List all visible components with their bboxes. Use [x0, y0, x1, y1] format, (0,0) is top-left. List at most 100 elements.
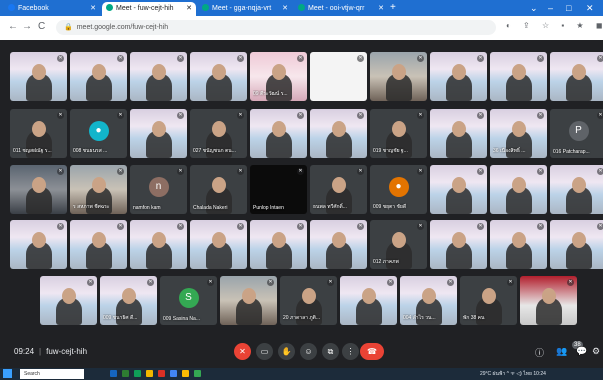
participant-tile[interactable]: ✕: [550, 220, 603, 269]
participant-tile[interactable]: ✕: [130, 109, 187, 158]
participant-tile[interactable]: ✕ ธนพล ทวีศักดิ์...: [310, 165, 367, 214]
participant-tile[interactable]: ✕: [10, 165, 67, 214]
participant-tile[interactable]: ✕: [40, 276, 97, 325]
participant-tile[interactable]: ✕ Punlop Intaen: [250, 165, 307, 214]
tab-meet-2[interactable]: Meet - gga-nqja-vrt ✕: [198, 2, 292, 16]
participant-head: [151, 232, 166, 248]
participant-tile[interactable]: P ✕ 016 Patcharap...: [550, 109, 603, 158]
windows-start-icon[interactable]: [3, 369, 12, 378]
close-window-button[interactable]: ✕: [586, 2, 594, 14]
participant-tile[interactable]: ✕: [250, 109, 307, 158]
participant-tile[interactable]: ✕: [490, 52, 547, 101]
taskbar-app-icon[interactable]: [182, 370, 189, 377]
back-icon[interactable]: ←: [8, 21, 18, 32]
end-call-button[interactable]: ☎: [360, 343, 384, 360]
participant-tile[interactable]: ✕: [130, 52, 187, 101]
participant-tile[interactable]: ✕ Chalada Nakeri: [190, 165, 247, 214]
reload-icon[interactable]: C: [38, 21, 45, 32]
participant-tile[interactable]: ✕: [490, 165, 547, 214]
taskbar-app-icon[interactable]: [122, 370, 129, 377]
tab-meet-3[interactable]: Meet - ooi-vtjw-qrr ✕: [294, 2, 388, 16]
participant-name: 009 Sasina Na...: [163, 316, 200, 322]
more-options-button[interactable]: ⋮: [342, 343, 359, 360]
participant-tile[interactable]: ✕ 36 เนื่องสิทธิ์ ...: [490, 109, 547, 158]
raise-hand-button[interactable]: ✋: [278, 343, 295, 360]
participant-tile[interactable]: ✕: [220, 276, 277, 325]
participant-tile[interactable]: ✕ ร สหภาพ ชีศฉระ: [70, 165, 127, 214]
participant-tile[interactable]: ✕ 027 ชนัญชนก ตน...: [190, 109, 247, 158]
participant-tile[interactable]: ✕: [430, 165, 487, 214]
participant-tile[interactable]: ✕: [10, 52, 67, 101]
participant-tile[interactable]: ✕: [190, 52, 247, 101]
participant-avatar: ●: [88, 121, 109, 141]
participant-tile[interactable]: ✕: [70, 52, 127, 101]
taskbar-app-icon[interactable]: [194, 370, 201, 377]
taskbar-app-icon[interactable]: [158, 370, 165, 377]
participant-head: [331, 121, 346, 137]
mic-off-button[interactable]: ✕: [234, 343, 251, 360]
close-tab-icon[interactable]: ✕: [186, 2, 192, 16]
participant-tile[interactable]: S ✕ 009 Sasina Na...: [160, 276, 217, 325]
tab-meet-active[interactable]: Meet - fuw-cejt-hih ✕: [102, 2, 196, 16]
taskbar-app-icon[interactable]: [170, 370, 177, 377]
camera-button[interactable]: ▭: [256, 343, 273, 360]
participant-tile[interactable]: ✕ 09 ตีระวัฒน์ ร...: [250, 52, 307, 101]
close-tab-icon[interactable]: ✕: [282, 2, 288, 16]
lock-icon: 🔒: [64, 24, 73, 31]
chat-icon[interactable]: 💬: [576, 346, 587, 357]
participant-tile[interactable]: ✕: [430, 109, 487, 158]
participant-tile[interactable]: ✕: [520, 276, 577, 325]
minimize-button[interactable]: –: [548, 2, 553, 14]
participant-tile[interactable]: ✕: [310, 220, 367, 269]
participant-tile[interactable]: ✕: [550, 165, 603, 214]
system-tray[interactable]: 29°C ฝนฟ้า ^ ᯤ ◁) ไทย 10:24: [480, 370, 546, 378]
muted-mic-icon: ✕: [117, 168, 124, 175]
close-tab-icon[interactable]: ✕: [90, 2, 96, 16]
muted-mic-icon: ✕: [117, 55, 124, 62]
participant-tile[interactable]: ✕: [70, 220, 127, 269]
participant-tile[interactable]: ✕: [130, 220, 187, 269]
participant-tile[interactable]: ✕: [490, 220, 547, 269]
tab-facebook[interactable]: Facebook ✕: [4, 2, 100, 16]
muted-mic-icon: ✕: [477, 112, 484, 119]
participant-tile[interactable]: ✕ 012 ภาคภพ: [370, 220, 427, 269]
taskbar-app-icon[interactable]: [146, 370, 153, 377]
participant-tile[interactable]: ✕: [310, 52, 367, 101]
participant-tile[interactable]: ✕: [370, 52, 427, 101]
maximize-button[interactable]: □: [566, 2, 571, 14]
participant-tile[interactable]: ✕: [190, 220, 247, 269]
participant-tile[interactable]: ✕: [250, 220, 307, 269]
participant-tile[interactable]: ● ✕ 008 ชนธนรส ...: [70, 109, 127, 158]
participant-tile[interactable]: ✕ พัก 38 คน: [460, 276, 517, 325]
participant-tile[interactable]: ✕ 009 ชนาธิศ ดี...: [100, 276, 157, 325]
participant-tile[interactable]: ✕: [430, 220, 487, 269]
meeting-details-icon[interactable]: ⓘ: [535, 346, 544, 359]
emoji-button[interactable]: ☺: [300, 343, 317, 360]
url-field[interactable]: 🔒 meet.google.com/fuw-cejt-hih: [56, 20, 496, 35]
participant-tile[interactable]: n ✕ namfon kam: [130, 165, 187, 214]
participant-head: [511, 121, 526, 137]
new-tab-button[interactable]: +: [390, 2, 396, 14]
participant-tile[interactable]: ● ✕ 009 ชยุตา ชัยดี: [370, 165, 427, 214]
activities-icon[interactable]: ⚙: [592, 346, 600, 357]
close-tab-icon[interactable]: ✕: [378, 2, 384, 16]
participant-tile[interactable]: ✕: [550, 52, 603, 101]
taskbar-app-icon[interactable]: [110, 370, 117, 377]
participant-tile[interactable]: ✕: [310, 109, 367, 158]
people-icon[interactable]: 👥: [556, 346, 567, 357]
tab-search-icon[interactable]: ⌄: [530, 2, 538, 14]
forward-icon[interactable]: →: [22, 21, 32, 32]
muted-mic-icon: ✕: [297, 112, 304, 119]
present-button[interactable]: ⧉: [322, 343, 339, 360]
taskbar-app-icon[interactable]: [134, 370, 141, 377]
taskbar-search-field[interactable]: Search: [20, 369, 84, 379]
muted-mic-icon: ✕: [297, 223, 304, 230]
participant-tile[interactable]: ✕: [10, 220, 67, 269]
participant-tile[interactable]: ✕ 019 ชาญชัย ฐ...: [370, 109, 427, 158]
participant-tile[interactable]: ✕ 004 ลำไร วน...: [400, 276, 457, 325]
participant-tile[interactable]: ✕: [430, 52, 487, 101]
participant-tile[interactable]: ✕ 011 ชญสฝณัฐ ร...: [10, 109, 67, 158]
participant-tile[interactable]: ✕: [340, 276, 397, 325]
browser-toolbar-icons[interactable]: ◐ ⇪ ☆ ▪ ★ ◼ ⋮: [506, 21, 603, 30]
participant-tile[interactable]: ✕ 20 ภาดาลา ภูติ...: [280, 276, 337, 325]
